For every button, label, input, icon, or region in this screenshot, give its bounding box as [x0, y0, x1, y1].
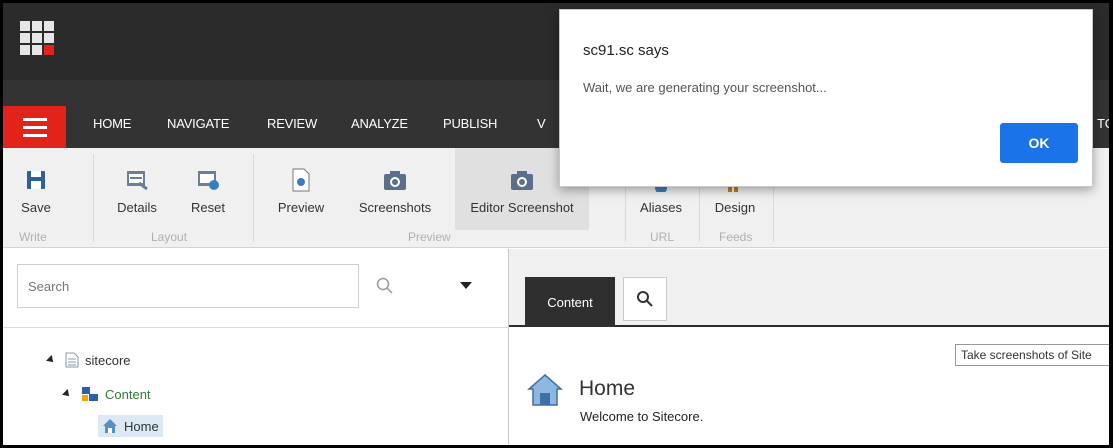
- app-window: HOME NAVIGATE REVIEW ANALYZE PUBLISH V T…: [3, 3, 1109, 445]
- details-icon: [125, 168, 149, 192]
- preview-label: Preview: [277, 200, 325, 215]
- chevron-down-icon: [460, 282, 472, 289]
- tab-publish[interactable]: PUBLISH: [443, 116, 497, 131]
- aliases-label: Aliases: [640, 200, 682, 215]
- expand-toggle-icon[interactable]: [62, 389, 72, 399]
- dialog-message: Wait, we are generating your screenshot.…: [583, 80, 827, 95]
- tree-item-content[interactable]: Content: [62, 386, 151, 402]
- tab-analyze[interactable]: ANALYZE: [351, 116, 408, 131]
- content-tree: sitecore Content Home: [3, 328, 508, 445]
- tab-review[interactable]: REVIEW: [267, 116, 317, 131]
- ribbon-divider: [93, 154, 94, 242]
- preview-button[interactable]: Preview: [266, 148, 336, 230]
- tooltip: Take screenshots of Site: [955, 344, 1109, 366]
- save-label: Save: [21, 200, 51, 215]
- home-icon: [527, 373, 563, 412]
- editor-tab-strip: Content: [509, 249, 1109, 327]
- search-icon: [637, 291, 653, 307]
- save-button[interactable]: Save: [7, 148, 65, 230]
- expand-toggle-icon[interactable]: [46, 355, 56, 365]
- details-button[interactable]: Details: [107, 148, 167, 230]
- reset-label: Reset: [191, 200, 225, 215]
- design-label: Design: [714, 200, 756, 215]
- group-label-write: Write: [19, 230, 47, 244]
- app-launcher-icon[interactable]: [20, 21, 56, 57]
- search-tab-button[interactable]: [623, 277, 667, 321]
- details-label: Details: [117, 200, 157, 215]
- item-title: Home: [579, 377, 636, 400]
- camera-icon: [510, 168, 534, 192]
- tab-home[interactable]: HOME: [93, 116, 131, 131]
- ribbon-divider: [253, 154, 254, 242]
- tree-item-home[interactable]: Home: [98, 415, 163, 437]
- preview-icon: [291, 168, 311, 192]
- group-label-url: URL: [650, 230, 675, 244]
- reset-button[interactable]: Reset: [178, 148, 238, 230]
- content-editor-panel: Content Take screenshots of Site Home We…: [509, 249, 1109, 445]
- group-label-feeds: Feeds: [719, 230, 753, 244]
- tree-item-label: Home: [124, 418, 159, 434]
- tab-to-partial[interactable]: TO: [1097, 116, 1109, 131]
- camera-icon: [383, 168, 407, 192]
- screenshots-label: Screenshots: [358, 200, 432, 215]
- editor-screenshot-label: Editor Screenshot: [470, 200, 574, 215]
- content-tree-icon: [82, 387, 98, 401]
- save-icon: [25, 168, 47, 192]
- document-icon: [65, 352, 79, 368]
- tab-navigate[interactable]: NAVIGATE: [167, 116, 229, 131]
- group-label-layout: Layout: [151, 230, 188, 244]
- tree-item-label: sitecore: [85, 352, 131, 368]
- tab-content[interactable]: Content: [525, 277, 615, 327]
- reset-icon: [196, 168, 220, 192]
- search-options-dropdown[interactable]: [451, 269, 481, 303]
- alert-dialog: sc91.sc says Wait, we are generating you…: [559, 9, 1093, 187]
- tree-item-sitecore[interactable]: sitecore: [46, 352, 131, 368]
- tree-item-label: Content: [105, 386, 151, 402]
- search-input[interactable]: [17, 264, 359, 308]
- screenshots-button[interactable]: Screenshots: [353, 148, 437, 230]
- tab-v-partial[interactable]: V: [537, 116, 546, 131]
- search-icon[interactable]: [359, 264, 411, 308]
- content-tree-panel: sitecore Content Home: [3, 249, 508, 445]
- item-description: Welcome to Sitecore.: [580, 409, 704, 424]
- menu-icon[interactable]: [3, 106, 66, 148]
- group-label-preview: Preview: [408, 230, 451, 244]
- dialog-title: sc91.sc says: [583, 42, 669, 59]
- home-icon: [103, 419, 117, 433]
- ok-button[interactable]: OK: [1000, 123, 1078, 163]
